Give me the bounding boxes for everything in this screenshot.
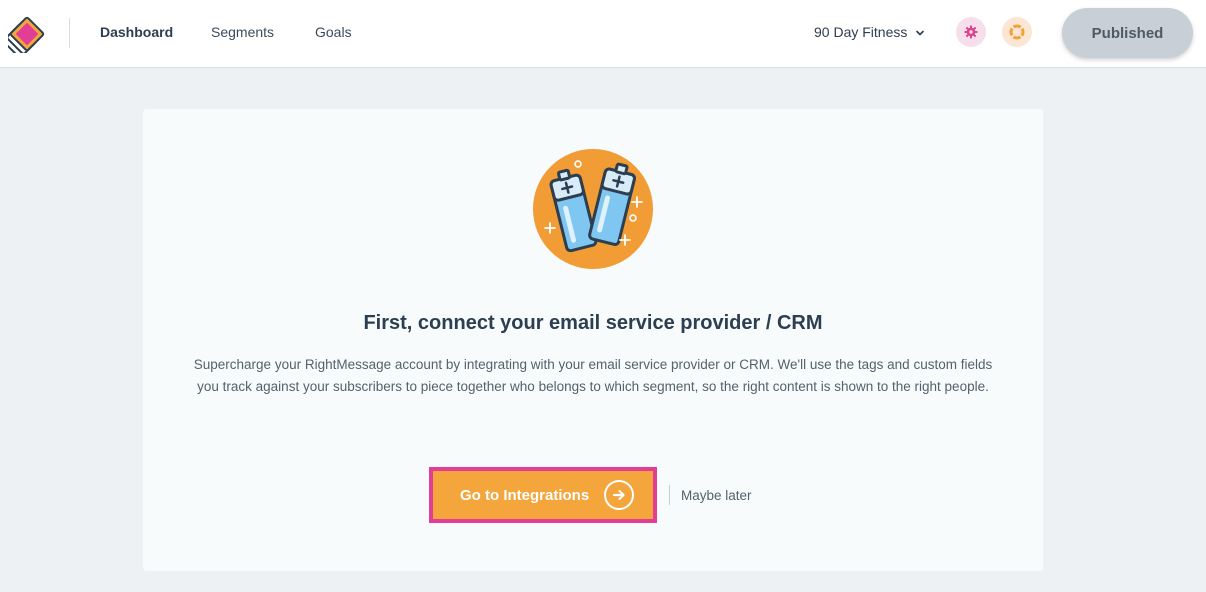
chevron-down-icon [916, 30, 925, 36]
lifebuoy-icon [1009, 24, 1025, 40]
card-title: First, connect your email service provid… [363, 312, 823, 334]
nav-segments[interactable]: Segments [211, 24, 274, 40]
nav-dashboard[interactable]: Dashboard [100, 24, 173, 40]
maybe-later-link[interactable]: Maybe later [681, 488, 752, 503]
action-separator [669, 485, 670, 505]
cta-highlight: Go to Integrations [429, 467, 657, 523]
published-button[interactable]: Published [1062, 8, 1193, 58]
card-description: Supercharge your RightMessage account by… [193, 357, 993, 394]
arrow-right-icon [604, 480, 634, 510]
rightmessage-logo-icon[interactable] [8, 15, 46, 53]
project-name: 90 Day Fitness [814, 24, 908, 40]
onboarding-card: First, connect your email service provid… [143, 109, 1043, 571]
settings-button[interactable] [956, 17, 986, 47]
batteries-icon [533, 149, 653, 269]
nav-goals[interactable]: Goals [315, 24, 352, 40]
gear-icon [964, 25, 978, 39]
top-navigation-bar: Dashboard Segments Goals 90 Day Fitness [0, 0, 1206, 68]
help-button[interactable] [1002, 17, 1032, 47]
logo-divider [69, 18, 70, 48]
cta-label: Go to Integrations [460, 486, 590, 504]
go-to-integrations-button[interactable]: Go to Integrations [433, 471, 653, 519]
project-selector[interactable]: 90 Day Fitness [814, 24, 925, 40]
